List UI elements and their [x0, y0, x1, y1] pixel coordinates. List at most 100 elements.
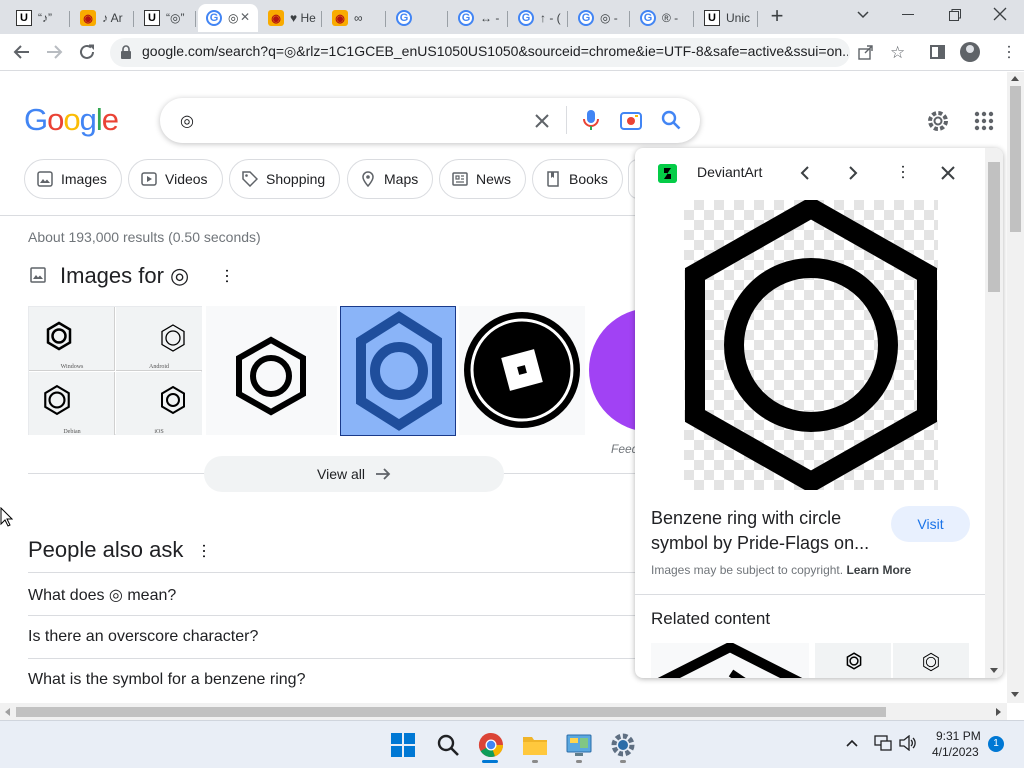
clock-time[interactable]: 9:31 PM — [936, 729, 981, 743]
taskbar-search-icon[interactable] — [436, 733, 460, 757]
google-icon: G — [578, 10, 594, 26]
chip-shopping-label: Shopping — [266, 171, 326, 187]
image-thumbnail-roblox[interactable] — [459, 306, 585, 435]
related-image-small[interactable] — [893, 643, 969, 678]
back-arrow-icon[interactable] — [13, 44, 31, 60]
related-image-large[interactable] — [651, 643, 809, 678]
browser-tab[interactable]: U Unic — [696, 4, 758, 32]
learn-more-link[interactable]: Learn More — [846, 563, 911, 577]
volume-icon[interactable] — [899, 735, 917, 751]
unicode-icon: U — [144, 10, 160, 26]
close-tab-icon[interactable]: ✕ — [240, 10, 250, 24]
image-thumbnail-grid[interactable]: Windows Android Debian iOS — [28, 306, 202, 435]
clear-search-icon[interactable] — [534, 113, 550, 129]
search-input[interactable]: ◎ — [180, 111, 194, 131]
panel-source-name[interactable]: DeviantArt — [697, 164, 762, 180]
image-thumbnail-benzene[interactable] — [206, 306, 337, 435]
minimize-button[interactable] — [902, 14, 914, 15]
close-window-button[interactable] — [993, 7, 1007, 21]
related-image-small[interactable] — [815, 643, 891, 678]
image-thumbnail-purple[interactable] — [589, 306, 639, 435]
camera-lens-icon[interactable] — [620, 110, 642, 130]
tray-chevron-up-icon[interactable] — [845, 738, 859, 748]
new-tab-button[interactable]: + — [766, 5, 788, 28]
paa-question[interactable]: What does ◎ mean? — [28, 572, 638, 615]
paa-question[interactable]: What is the symbol for a benzene ring? — [28, 658, 638, 701]
fire-icon: ◉ — [80, 10, 96, 26]
reload-icon[interactable] — [78, 43, 96, 61]
unicode-icon: U — [16, 10, 32, 26]
bookmark-star-icon[interactable]: ☆ — [890, 43, 905, 63]
microphone-icon[interactable] — [583, 109, 599, 131]
tab-active[interactable]: G ◎ ✕ — [198, 4, 258, 32]
chrome-taskbar-icon[interactable] — [478, 732, 504, 758]
thumb-label-ios: iOS — [154, 429, 164, 435]
page-horizontal-scrollbar[interactable] — [0, 703, 1007, 720]
url-text[interactable]: google.com/search?q=◎&rlz=1C1GCEB_enUS10… — [142, 43, 848, 60]
maximize-button[interactable] — [948, 8, 962, 22]
panel-scrollbar[interactable] — [985, 148, 1003, 678]
panel-more-options-icon[interactable]: ⋯ — [894, 164, 911, 180]
close-panel-icon[interactable] — [941, 166, 955, 180]
visit-button[interactable]: Visit — [891, 506, 970, 542]
tab-separator — [757, 11, 758, 27]
browser-tab[interactable]: G — [388, 4, 448, 32]
preview-image-benzene[interactable] — [684, 200, 938, 490]
lock-icon[interactable] — [120, 45, 132, 59]
browser-tab[interactable]: ◉ ∞ — [324, 4, 386, 32]
previous-image-icon[interactable] — [799, 165, 811, 181]
browser-tab[interactable]: G ↑ - ( — [510, 4, 568, 32]
browser-tab[interactable]: G ↔ - — [450, 4, 508, 32]
book-icon — [545, 171, 561, 187]
chip-maps[interactable]: Maps — [347, 159, 434, 199]
control-panel-icon[interactable] — [566, 733, 592, 757]
image-thumbnail-selected[interactable] — [340, 306, 456, 436]
side-panel-icon[interactable] — [930, 45, 945, 59]
browser-menu-icon[interactable]: ⋯ — [1000, 44, 1017, 60]
chip-books[interactable]: Books — [532, 159, 623, 199]
browser-tab[interactable]: ◉ ♥ He — [260, 4, 322, 32]
tab-title: “♪” — [38, 11, 52, 25]
chip-books-label: Books — [569, 171, 608, 187]
next-image-icon[interactable] — [847, 165, 859, 181]
windows-start-icon[interactable] — [391, 733, 415, 757]
google-logo[interactable]: Google — [24, 102, 119, 138]
file-explorer-icon[interactable] — [522, 734, 548, 756]
tab-search-chevron-icon[interactable] — [856, 8, 870, 22]
settings-gear-icon[interactable] — [926, 109, 950, 133]
page-vertical-scrollbar[interactable] — [1007, 72, 1024, 703]
control-panel-indicator — [576, 760, 582, 763]
browser-tab[interactable]: U “♪” — [8, 4, 70, 32]
forward-arrow-icon[interactable] — [45, 44, 63, 60]
browser-tab[interactable]: G ◎ - — [570, 4, 630, 32]
search-box[interactable] — [160, 98, 700, 143]
panel-image-title[interactable]: Benzene ring with circle symbol by Pride… — [651, 506, 883, 556]
view-all-button[interactable]: View all — [204, 456, 504, 492]
apps-grid-icon[interactable] — [974, 111, 994, 131]
settings-indicator — [620, 760, 626, 763]
browser-tab[interactable]: ◉ ♪ Ar — [72, 4, 134, 32]
browser-tab[interactable]: U “◎” — [136, 4, 196, 32]
chip-shopping[interactable]: Shopping — [229, 159, 341, 199]
notification-badge[interactable]: 1 — [988, 736, 1004, 752]
settings-gear-taskbar-icon[interactable] — [610, 732, 636, 758]
arrow-right-icon — [375, 467, 391, 481]
browser-tab[interactable]: G ® - — [632, 4, 694, 32]
share-icon[interactable] — [858, 44, 874, 60]
paa-question[interactable]: Is there an overscore character? — [28, 615, 638, 658]
network-icon[interactable] — [874, 735, 892, 751]
search-divider — [566, 106, 567, 134]
tab-title: ↔ - — [480, 11, 500, 25]
images-heading[interactable]: Images for ◎ — [60, 263, 189, 289]
search-icon[interactable] — [661, 110, 681, 130]
profile-avatar-icon[interactable] — [960, 42, 980, 62]
google-icon: G — [518, 10, 534, 26]
people-also-ask-heading: People also ask — [28, 537, 184, 562]
clock-date[interactable]: 4/1/2023 — [932, 745, 979, 759]
chip-videos[interactable]: Videos — [128, 159, 223, 199]
chip-images[interactable]: Images — [24, 159, 122, 199]
images-more-options-icon[interactable]: ⋯ — [218, 268, 235, 284]
chip-news[interactable]: News — [439, 159, 527, 199]
paa-more-options-icon[interactable]: ⋯ — [195, 543, 212, 559]
news-icon — [452, 171, 468, 187]
